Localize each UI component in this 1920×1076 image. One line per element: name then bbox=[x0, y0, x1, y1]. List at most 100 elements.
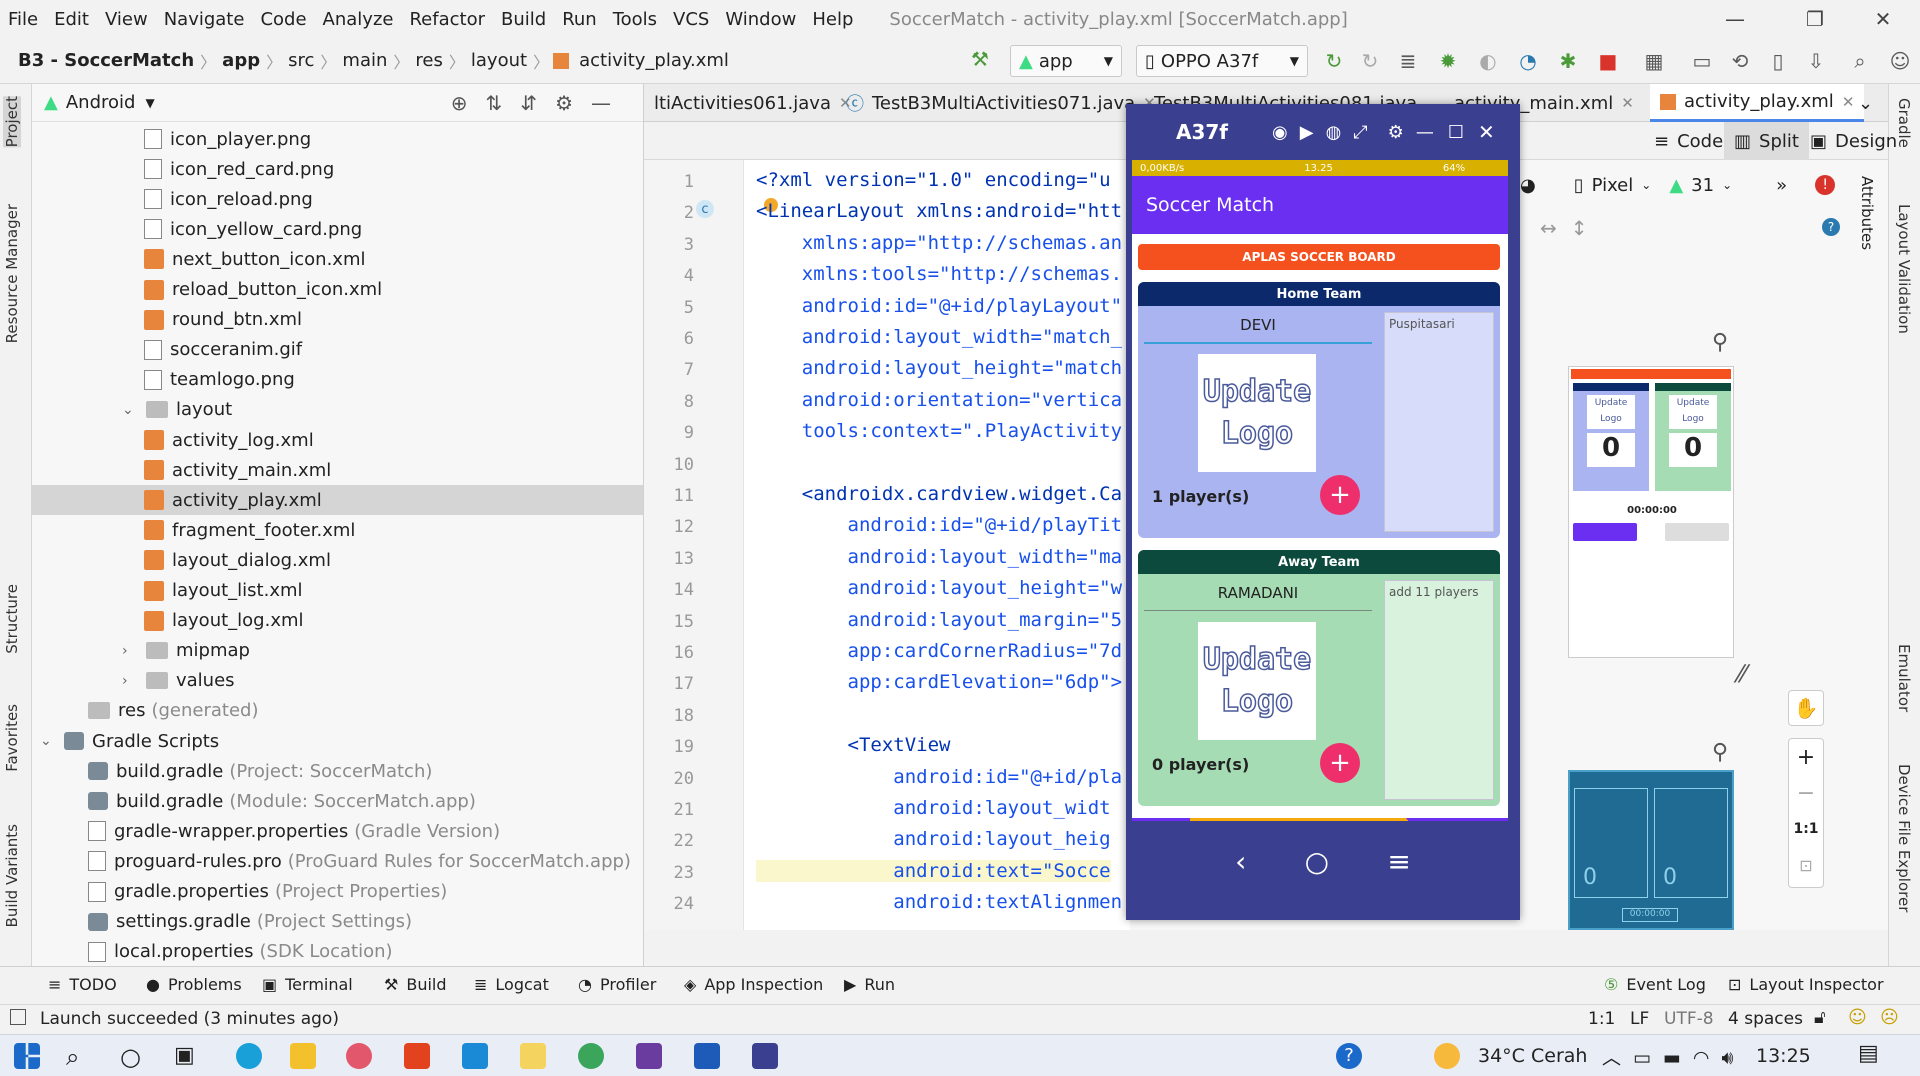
menu-navigate[interactable]: Navigate bbox=[156, 9, 253, 30]
sdk-manager-icon[interactable]: ⇩ bbox=[1804, 49, 1828, 73]
code-line[interactable]: android:id="@+id/pla bbox=[756, 766, 1122, 788]
tool-logcat[interactable]: ≣ Logcat bbox=[474, 975, 549, 994]
zoom-actual-size[interactable]: 1:1 bbox=[1789, 811, 1823, 847]
code-line[interactable]: tools:context=".PlayActivity bbox=[756, 420, 1122, 442]
menu-help[interactable]: Help bbox=[804, 9, 861, 30]
tree-item[interactable]: layout_list.xml bbox=[144, 576, 303, 606]
tree-item[interactable]: next_button_icon.xml bbox=[144, 244, 365, 274]
file-encoding[interactable]: UTF-8 bbox=[1664, 1009, 1714, 1029]
tree-item[interactable]: local.properties (SDK Location) bbox=[88, 937, 393, 967]
restore-icon[interactable]: ❐ bbox=[1786, 0, 1844, 38]
tray-icons[interactable]: ︿▭▬◠🔊︎ bbox=[1602, 1043, 1745, 1070]
tree-item[interactable]: res (generated) bbox=[88, 696, 258, 726]
more-icon[interactable]: » bbox=[1776, 175, 1787, 196]
vscode-icon[interactable] bbox=[462, 1043, 488, 1069]
tree-item[interactable]: activity_main.xml bbox=[144, 455, 331, 485]
tool-problems[interactable]: ● Problems bbox=[146, 975, 242, 994]
design-preview[interactable]: Update Logo 0 Update Logo 0 00:00:00 bbox=[1568, 366, 1734, 658]
app-icon[interactable] bbox=[346, 1043, 372, 1069]
tree-item[interactable]: gradle-wrapper.properties (Gradle Version… bbox=[88, 816, 500, 846]
tree-item[interactable]: round_btn.xml bbox=[144, 305, 302, 335]
tool-tab-favorites[interactable]: Favorites bbox=[3, 704, 21, 772]
minimize-icon[interactable]: — bbox=[1706, 0, 1764, 38]
away-team-name[interactable]: RAMADANI bbox=[1144, 584, 1372, 602]
tool-tab-resource-manager[interactable]: Resource Manager bbox=[3, 204, 21, 343]
tool-build[interactable]: ⚒ Build bbox=[384, 975, 447, 994]
resize-handle-icon[interactable]: ⁄⁄ bbox=[1738, 660, 1746, 688]
recents-icon[interactable]: ≡ bbox=[1387, 845, 1410, 878]
sad-icon[interactable]: ☹ bbox=[1880, 1007, 1899, 1028]
windows-start-icon[interactable] bbox=[14, 1043, 40, 1069]
coverage-icon[interactable]: ◐ bbox=[1476, 49, 1500, 73]
tree-item[interactable]: fragment_footer.xml bbox=[144, 515, 355, 545]
code-line[interactable]: android:layout_height="match bbox=[756, 357, 1122, 379]
settings-icon[interactable]: ⚙ bbox=[1388, 122, 1404, 143]
menu-refactor[interactable]: Refactor bbox=[401, 9, 493, 30]
tool-tab-device-file-explorer[interactable]: Device File Explorer bbox=[1895, 764, 1913, 912]
tool-profiler[interactable]: ◔ Profiler bbox=[578, 975, 656, 994]
breadcrumb-layout[interactable]: layout bbox=[465, 50, 533, 71]
tab-activity-play[interactable]: activity_play.xml ✕ bbox=[1650, 84, 1865, 122]
menu-vcs[interactable]: VCS bbox=[665, 9, 717, 30]
code-line[interactable]: <?xml version="1.0" encoding="u bbox=[756, 169, 1111, 191]
code-line[interactable]: <TextView bbox=[756, 734, 951, 756]
chevron-down-icon[interactable]: ⌄ bbox=[122, 402, 140, 418]
tool-tab-emulator[interactable]: Emulator bbox=[1895, 644, 1913, 712]
zoom-fit-icon[interactable]: ⊡ bbox=[1789, 847, 1823, 883]
help-icon[interactable]: ? bbox=[1822, 218, 1840, 236]
code-line[interactable]: android:textAlignmen bbox=[756, 891, 1122, 913]
code-line[interactable]: android:layout_widt bbox=[756, 797, 1110, 819]
tool-app-inspection[interactable]: ◈ App Inspection bbox=[684, 975, 823, 994]
code-line[interactable]: android:layout_width="match_ bbox=[756, 326, 1122, 348]
minimize-icon[interactable]: — bbox=[1416, 122, 1434, 143]
menu-tools[interactable]: Tools bbox=[605, 9, 665, 30]
tree-item[interactable]: › mipmap bbox=[122, 636, 250, 666]
add-home-player-button[interactable]: + bbox=[1320, 475, 1360, 515]
error-icon[interactable]: ! bbox=[1815, 175, 1836, 195]
lock-icon[interactable]: 🔓︎ bbox=[1814, 1007, 1826, 1028]
breadcrumb-module[interactable]: app bbox=[216, 50, 266, 71]
breadcrumb-src[interactable]: src bbox=[282, 50, 320, 71]
weather-text[interactable]: 34°C Cerah bbox=[1478, 1045, 1587, 1067]
project-structure-icon[interactable]: ▦ bbox=[1642, 49, 1666, 73]
tree-item[interactable]: gradle.properties (Project Properties) bbox=[88, 877, 447, 907]
tree-item[interactable]: icon_reload.png bbox=[144, 184, 313, 214]
tool-tab-project[interactable]: Project bbox=[3, 96, 21, 148]
mode-design-button[interactable]: ▣ Design bbox=[1800, 122, 1907, 160]
tree-item[interactable]: ⌄ layout bbox=[122, 395, 232, 425]
menu-edit[interactable]: Edit bbox=[46, 9, 97, 30]
chrome-icon[interactable] bbox=[578, 1043, 604, 1069]
smile-icon[interactable]: ☺ bbox=[1848, 1007, 1867, 1028]
back-icon[interactable]: ‹ bbox=[1235, 845, 1246, 878]
tree-item[interactable]: ⌄ Gradle Scripts bbox=[40, 726, 219, 756]
tree-item[interactable]: activity_play.xml bbox=[144, 485, 322, 515]
maximize-icon[interactable]: ☐ bbox=[1448, 122, 1464, 143]
file-explorer-icon[interactable] bbox=[290, 1043, 316, 1069]
tab-multiactivities061[interactable]: ltiActivities061.java ✕ bbox=[644, 84, 862, 122]
stop-icon[interactable]: ■ bbox=[1596, 49, 1620, 73]
zoom-out-icon[interactable]: − bbox=[1789, 775, 1823, 811]
breadcrumb-main[interactable]: main bbox=[336, 50, 393, 71]
tool-todo[interactable]: ≡ TODO bbox=[48, 975, 117, 994]
tool-tab-build-variants[interactable]: Build Variants bbox=[3, 824, 21, 927]
device-dropdown[interactable]: ▯ OPPO A37f ▼ bbox=[1136, 45, 1308, 77]
help-icon[interactable]: ? bbox=[1336, 1043, 1362, 1069]
search-icon[interactable]: ⌕ bbox=[66, 1043, 92, 1071]
menu-view[interactable]: View bbox=[97, 9, 156, 30]
cortana-icon[interactable]: ○ bbox=[120, 1043, 146, 1071]
project-view-selector[interactable]: Android bbox=[66, 92, 136, 113]
pan-icon[interactable]: ✋ bbox=[1788, 690, 1824, 726]
tree-item[interactable]: icon_yellow_card.png bbox=[144, 214, 362, 244]
emulator-actions-icon[interactable]: ◉▶◍⤢ bbox=[1272, 122, 1380, 143]
status-message[interactable]: Launch succeeded (3 minutes ago) bbox=[40, 1009, 339, 1029]
code-line[interactable]: <LinearLayout xmlns:android="htt bbox=[756, 200, 1122, 222]
code-line[interactable]: android:id="@+id/playLayout" bbox=[756, 295, 1122, 317]
chevron-down-icon[interactable]: ⌄ bbox=[40, 733, 58, 749]
away-team-logo[interactable]: Update Logo bbox=[1198, 622, 1316, 740]
code-line[interactable]: app:cardElevation="6dp"> bbox=[756, 671, 1123, 693]
list-icon[interactable]: ≣ bbox=[1396, 49, 1420, 73]
tree-item[interactable]: layout_log.xml bbox=[144, 606, 304, 636]
night-mode-icon[interactable]: ◕ bbox=[1520, 175, 1536, 196]
home-team-logo[interactable]: Update Logo bbox=[1198, 354, 1316, 472]
search-icon[interactable]: ⌕ bbox=[1848, 49, 1872, 73]
